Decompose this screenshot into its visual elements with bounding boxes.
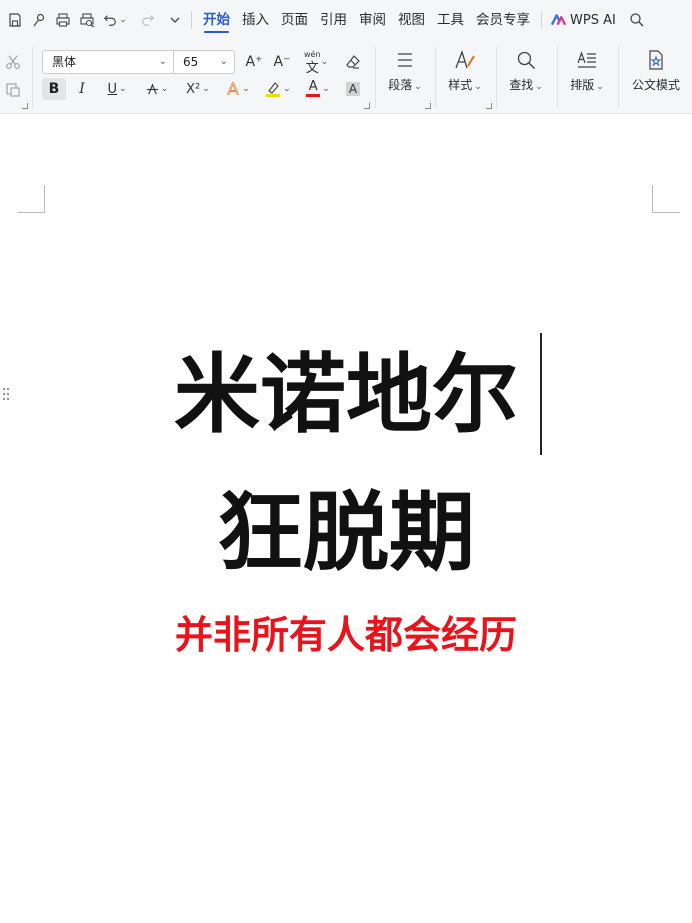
document-subtitle[interactable]: 并非所有人都会经历 — [0, 610, 692, 660]
font-size-select[interactable]: 65 ⌄ — [173, 50, 235, 74]
superscript-glyph: X² — [186, 81, 201, 97]
print-preview-icon[interactable] — [76, 9, 98, 31]
text-effect-button[interactable]: ⌄ — [222, 78, 254, 100]
pen-icon[interactable] — [28, 9, 50, 31]
wps-ai-button[interactable]: WPS AI — [551, 13, 616, 28]
find-button[interactable]: 查找 ⌄ — [501, 48, 551, 104]
paragraph-launcher-icon[interactable] — [425, 103, 431, 109]
chevron-down-icon: ⌄ — [158, 56, 167, 67]
bold-button[interactable]: B — [42, 78, 66, 100]
underline-glyph: U — [107, 81, 117, 97]
top-menubar: ⌄ 开始 插入 页面 引用 审阅 视图 工具 会员专享 WPS AI — [0, 0, 692, 40]
official-doc-mode-button[interactable]: 公文模式 — [624, 48, 688, 104]
grow-font-icon[interactable]: A⁺ — [244, 51, 264, 73]
styles-button[interactable]: 样式 ⌄ — [440, 48, 490, 104]
paragraph-icon — [398, 53, 412, 67]
layout-button[interactable]: 排版 ⌄ — [562, 48, 612, 104]
phonetic-guide-icon[interactable]: wén 文 ⌄ — [300, 50, 334, 76]
font-color-glyph: A — [308, 79, 318, 94]
more-chevron-icon[interactable] — [164, 9, 186, 31]
official-doc-label: 公文模式 — [631, 78, 680, 92]
char-shading-button[interactable]: A — [343, 78, 363, 100]
highlight-button[interactable]: ⌄ — [262, 78, 294, 100]
redo-icon — [136, 9, 160, 31]
document-title-line-1[interactable]: 米诺地尔 — [0, 340, 692, 450]
superscript-button[interactable]: X² ⌄ — [182, 78, 214, 100]
tab-references[interactable]: 引用 — [314, 0, 353, 40]
font-launcher-icon[interactable] — [364, 103, 370, 109]
ribbon-separator — [435, 46, 436, 108]
document-title-line-2[interactable]: 狂脱期 — [0, 478, 692, 588]
chevron-down-icon: ⌄ — [219, 56, 228, 67]
paste-format-icon[interactable] — [4, 78, 22, 100]
char-shading-glyph: A — [345, 82, 361, 96]
tab-member[interactable]: 会员专享 — [470, 0, 536, 40]
underline-button[interactable]: U ⌄ — [102, 78, 132, 100]
ribbon-separator — [496, 46, 497, 108]
page-corner-mark-top-right — [652, 185, 680, 213]
print-icon[interactable] — [52, 9, 74, 31]
wps-ai-label: WPS AI — [570, 12, 616, 28]
styles-label: 样式 — [448, 78, 473, 92]
official-doc-icon — [649, 50, 663, 70]
paragraph-label: 段落 — [388, 78, 413, 92]
text-cursor — [540, 333, 542, 455]
layout-label: 排版 — [570, 78, 595, 92]
menubar-divider-2 — [541, 11, 542, 29]
italic-glyph: I — [79, 81, 85, 97]
undo-icon[interactable]: ⌄ — [100, 9, 130, 31]
font-name-value: 黑体 — [52, 55, 77, 69]
tab-insert[interactable]: 插入 — [236, 0, 275, 40]
grow-font-glyph: A⁺ — [245, 54, 263, 70]
ribbon: 黑体 ⌄ 65 ⌄ A⁺ A⁻ wén 文 ⌄ B I U ⌄ ⌄ X² ⌄ ⌄ ⌄ … — [0, 40, 692, 114]
layout-icon — [577, 51, 596, 68]
menu-tabs: 开始 插入 页面 引用 审阅 视图 工具 会员专享 — [197, 0, 536, 40]
wps-ai-logo-icon — [551, 14, 566, 26]
clear-format-icon[interactable] — [343, 51, 363, 73]
save-icon[interactable] — [4, 9, 26, 31]
document-page[interactable]: 米诺地尔 狂脱期 并非所有人都会经历 — [0, 115, 692, 923]
tab-tools[interactable]: 工具 — [431, 0, 470, 40]
undo-dropdown-arrow[interactable]: ⌄ — [119, 15, 127, 25]
font-color-bar — [306, 94, 321, 97]
styles-icon — [455, 50, 475, 69]
font-color-button[interactable]: A ⌄ — [302, 78, 334, 100]
ribbon-separator — [32, 46, 33, 108]
page-corner-mark-top-left — [17, 185, 45, 213]
tab-review[interactable]: 审阅 — [353, 0, 392, 40]
ribbon-separator — [375, 46, 376, 108]
font-name-select[interactable]: 黑体 ⌄ — [42, 50, 174, 74]
italic-button[interactable]: I — [72, 78, 92, 100]
shrink-font-icon[interactable]: A⁻ — [272, 51, 292, 73]
shrink-font-glyph: A⁻ — [273, 54, 291, 70]
tab-view[interactable]: 视图 — [392, 0, 431, 40]
ribbon-separator — [557, 46, 558, 108]
strikethrough-button[interactable]: ⌄ — [142, 78, 172, 100]
phonetic-glyph: wén — [304, 50, 321, 59]
find-search-icon — [517, 51, 536, 70]
search-icon[interactable] — [626, 9, 648, 31]
font-size-value: 65 — [183, 55, 199, 69]
tab-home[interactable]: 开始 — [197, 0, 236, 40]
tab-page[interactable]: 页面 — [275, 0, 314, 40]
styles-launcher-icon[interactable] — [486, 103, 492, 109]
ribbon-separator — [618, 46, 619, 108]
menubar-divider — [191, 11, 192, 29]
paragraph-button[interactable]: 段落 ⌄ — [380, 48, 430, 104]
find-label: 查找 — [509, 78, 534, 92]
clipboard-launcher-icon[interactable] — [22, 103, 28, 109]
cut-icon[interactable] — [4, 51, 22, 73]
